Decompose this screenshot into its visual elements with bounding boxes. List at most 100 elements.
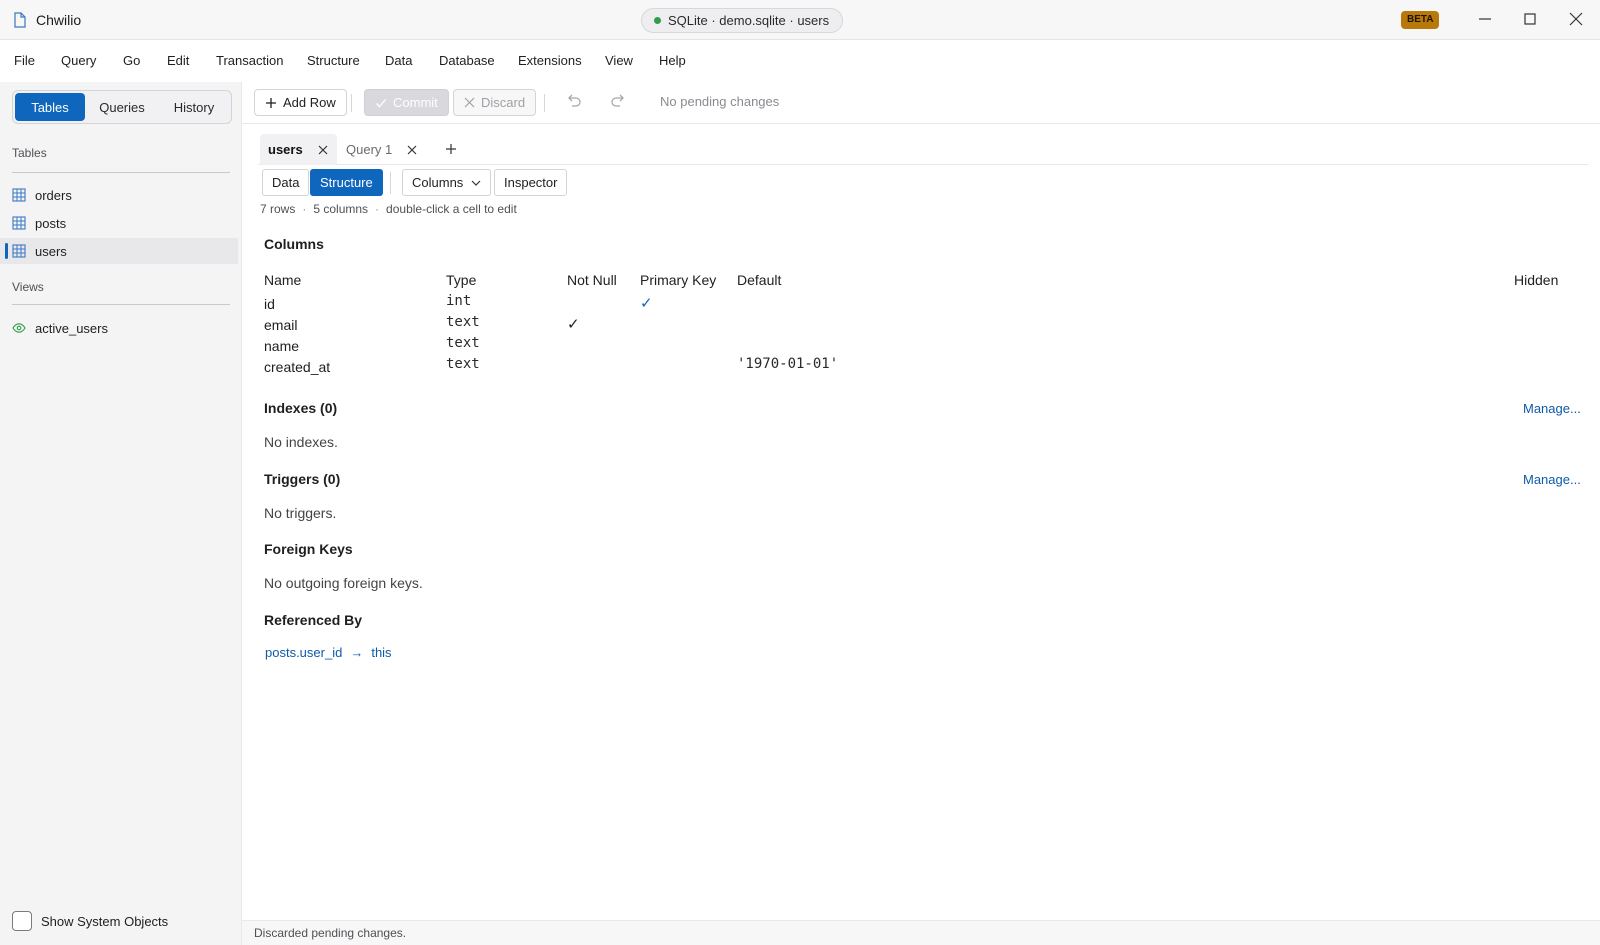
beta-badge: BETA [1401, 11, 1440, 29]
columns-dropdown[interactable]: Columns [402, 169, 492, 196]
menu-transaction[interactable]: Transaction [216, 53, 283, 68]
connection-label: SQLite · demo.sqlite · users [668, 13, 830, 28]
column-type-cell[interactable]: int [446, 293, 471, 309]
menu-query[interactable]: Query [61, 53, 96, 68]
minimize-icon[interactable] [1473, 8, 1497, 30]
toolbar: Add Row Commit Discard No pending change… [242, 82, 1600, 124]
inspector-button[interactable]: Inspector [494, 169, 568, 196]
header-not-null: Not Null [567, 272, 617, 288]
reference-link[interactable]: posts.user_id → this [265, 645, 392, 660]
status-bar: Discarded pending changes. [242, 920, 1600, 945]
add-row-label: Add Row [283, 95, 336, 110]
sidebar-item-users[interactable]: users [0, 238, 238, 264]
close-window-icon[interactable] [1564, 8, 1588, 30]
title-bar: Chwilio SQLite · demo.sqlite · users BET… [0, 0, 1600, 40]
tab-strip: users Query 1 [258, 132, 1588, 165]
view-switch-divider [390, 172, 391, 194]
tab-label: Query 1 [346, 142, 393, 157]
header-type: Type [446, 272, 477, 288]
table-icon [12, 244, 26, 258]
commit-label: Commit [393, 95, 438, 110]
columns-dropdown-label: Columns [412, 175, 464, 190]
sidebar-item-label: orders [35, 187, 72, 203]
sidebar-item-posts[interactable]: posts [0, 210, 238, 236]
menu-edit[interactable]: Edit [167, 53, 189, 68]
views-heading: Views [12, 280, 44, 294]
data-view-button[interactable]: Data [262, 169, 310, 196]
views-divider [12, 304, 230, 305]
column-default-cell[interactable]: '1970-01-01' [737, 356, 838, 372]
foreign-keys-empty-note: No outgoing foreign keys. [264, 575, 423, 591]
menu-structure[interactable]: Structure [307, 53, 360, 68]
menu-go[interactable]: Go [123, 53, 140, 68]
close-tab-icon[interactable] [406, 144, 418, 156]
document-icon [14, 12, 26, 28]
structure-view-button[interactable]: Structure [310, 169, 383, 196]
manage-indexes-link[interactable]: Manage... [1523, 401, 1581, 416]
toolbar-divider [544, 94, 545, 112]
commit-button[interactable]: Commit [364, 89, 449, 116]
menu-help[interactable]: Help [659, 53, 686, 68]
sidebar-item-label: active_users [35, 320, 108, 336]
column-count: 5 columns [313, 202, 369, 216]
table-meta: 7 rows · 5 columns · double-click a cell… [260, 202, 517, 216]
tab-history[interactable]: History [159, 93, 229, 121]
close-icon [464, 97, 475, 108]
manage-triggers-link[interactable]: Manage... [1523, 472, 1581, 487]
indexes-section-title: Indexes (0) [264, 400, 338, 416]
menu-data[interactable]: Data [385, 53, 412, 68]
indexes-empty-note: No indexes. [264, 434, 338, 450]
not-null-check: ✓ [567, 316, 580, 333]
header-name: Name [264, 272, 302, 288]
column-name-cell[interactable]: id [264, 296, 275, 312]
tables-heading: Tables [12, 146, 47, 160]
tab-query-1[interactable]: Query 1 [338, 134, 426, 165]
structure-view-label: Structure [320, 175, 373, 190]
header-default: Default [737, 272, 782, 288]
header-hidden: Hidden [1514, 272, 1559, 288]
column-type-cell[interactable]: text [446, 314, 480, 330]
chevron-down-icon [471, 180, 481, 186]
show-system-objects[interactable]: Show System Objects [12, 911, 168, 931]
maximize-icon[interactable] [1518, 8, 1542, 30]
meta-separator: · [302, 202, 307, 216]
tab-users[interactable]: users [260, 134, 337, 165]
connection-pill[interactable]: SQLite · demo.sqlite · users [641, 8, 844, 33]
toolbar-divider [351, 94, 352, 112]
column-type-cell[interactable]: text [446, 356, 480, 372]
close-tab-icon[interactable] [317, 144, 329, 156]
column-name-cell[interactable]: created_at [264, 359, 330, 375]
undo-icon[interactable] [564, 92, 584, 112]
reference-arrow: → [350, 645, 364, 660]
column-type-cell[interactable]: text [446, 335, 480, 351]
show-system-objects-checkbox[interactable] [12, 911, 32, 931]
menu-bar: File Query Go Edit Transaction Structure… [0, 40, 1600, 82]
header-primary-key: Primary Key [640, 272, 717, 288]
menu-extensions[interactable]: Extensions [518, 53, 582, 68]
tab-queries[interactable]: Queries [87, 93, 157, 121]
column-name-cell[interactable]: name [264, 338, 299, 354]
sidebar-item-active-users[interactable]: active_users [0, 315, 238, 341]
meta-separator: · [375, 202, 380, 216]
pending-changes-status: No pending changes [660, 94, 780, 109]
data-view-label: Data [272, 175, 300, 190]
tab-tables[interactable]: Tables [15, 93, 85, 121]
column-name-cell[interactable]: email [264, 317, 297, 333]
reference-source: posts.user_id [265, 645, 343, 660]
referenced-by-section-title: Referenced By [264, 612, 363, 628]
menu-database[interactable]: Database [439, 53, 495, 68]
redo-icon[interactable] [608, 92, 628, 112]
menu-view[interactable]: View [605, 53, 633, 68]
triggers-section-title: Triggers (0) [264, 471, 341, 487]
app-title: Chwilio [36, 12, 82, 28]
reference-target: this [371, 645, 392, 660]
check-icon [376, 98, 386, 107]
add-row-button[interactable]: Add Row [254, 89, 347, 116]
new-tab-plus-icon[interactable] [445, 143, 457, 155]
columns-section-title: Columns [264, 236, 324, 252]
menu-file[interactable]: File [14, 53, 35, 68]
triggers-empty-note: No triggers. [264, 505, 337, 521]
discard-button[interactable]: Discard [453, 89, 537, 116]
sidebar-item-orders[interactable]: orders [0, 182, 238, 208]
tables-divider [12, 172, 230, 173]
